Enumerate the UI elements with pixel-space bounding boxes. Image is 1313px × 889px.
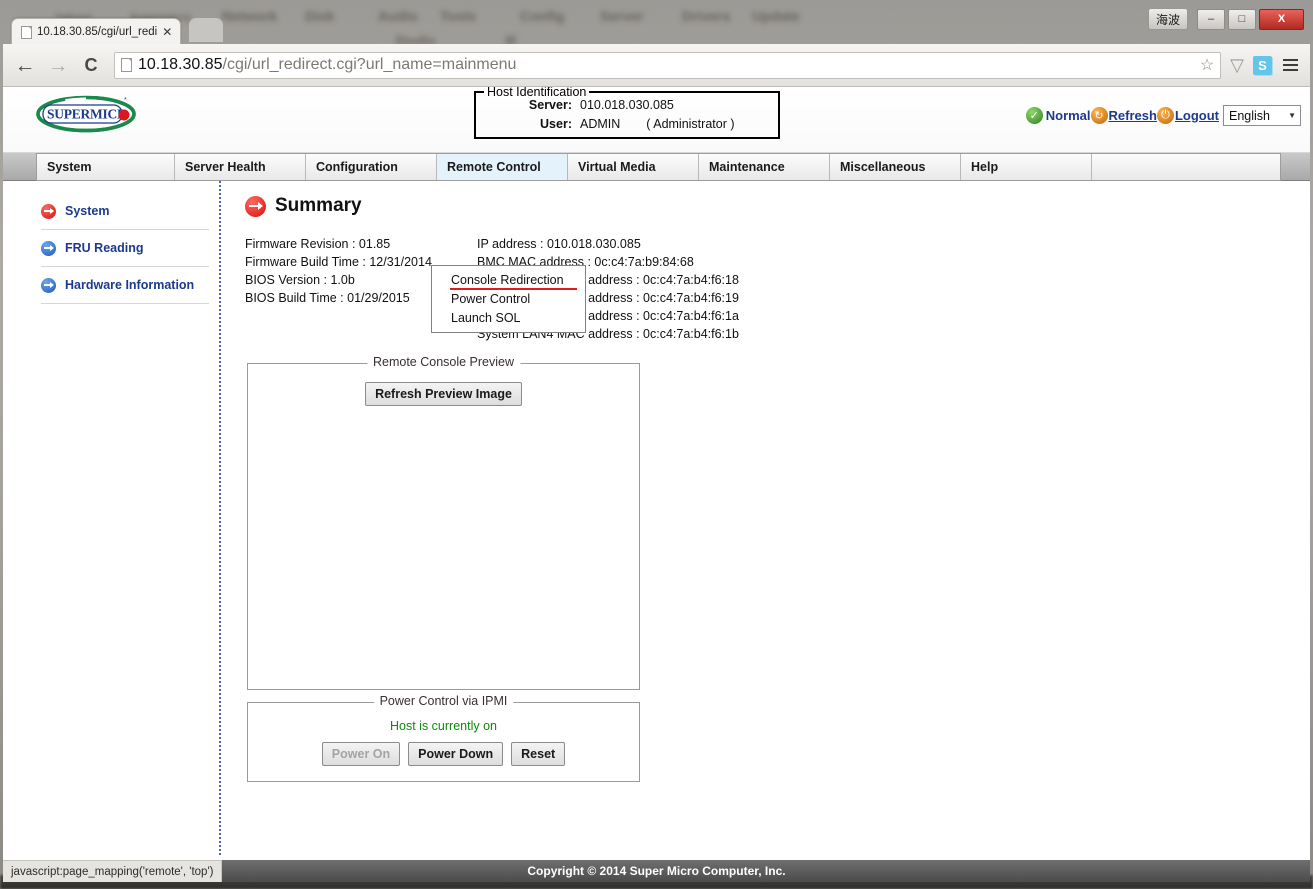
browser-window: 10.18.30.85/cgi/url_redi ✕ 海波 – □ X ← → … (3, 6, 1310, 882)
ime-indicator-button[interactable]: 海波 (1148, 8, 1188, 30)
reload-button[interactable]: C (79, 56, 103, 74)
sidebar: System FRU Reading Hardware Information (3, 181, 221, 855)
language-select[interactable]: English ▼ (1223, 105, 1301, 126)
sidebar-item-label: Hardware Information (65, 278, 195, 292)
summary-info-grid: Firmware Revision : 01.85 Firmware Build… (245, 235, 1310, 343)
chevron-down-icon: ▼ (1288, 111, 1296, 120)
browser-menu-icon[interactable] (1281, 57, 1300, 74)
tab-strip: 10.18.30.85/cgi/url_redi ✕ (11, 18, 181, 45)
main-navigation-bar: System Server Health Configuration Remot… (3, 153, 1310, 181)
close-tab-icon[interactable]: ✕ (162, 26, 172, 38)
refresh-link[interactable]: Refresh (1109, 108, 1157, 123)
supermicro-logo: SUPERMICR * (36, 95, 136, 133)
arrow-right-icon (41, 277, 56, 293)
host-identification-box: Host Identification Server: 010.018.030.… (474, 87, 780, 139)
refresh-icon[interactable]: ↻ (1090, 107, 1108, 124)
host-user-value: ADMIN (580, 117, 621, 131)
address-bar[interactable]: 10.18.30.85/cgi/url_redirect.cgi?url_nam… (114, 51, 1222, 79)
host-server-value: 010.018.030.085 (580, 98, 674, 112)
content-area: System FRU Reading Hardware Information … (3, 181, 1310, 882)
logout-link[interactable]: Logout (1175, 108, 1219, 123)
ipmi-header: SUPERMICR * Host Identification Server: … (3, 87, 1310, 153)
tab-server-health[interactable]: Server Health (175, 154, 306, 180)
back-button[interactable]: ← (13, 55, 37, 76)
power-buttons-group: Power On Power Down Reset (248, 742, 639, 766)
sidebar-item-label: FRU Reading (65, 241, 144, 255)
svg-text:*: * (124, 97, 127, 104)
header-status-area: ✓ Normal ↻ Refresh ⏻ Logout English ▼ (1025, 105, 1301, 126)
url-path: /cgi/url_redirect.cgi?url_name=mainmenu (222, 56, 517, 73)
logout-icon[interactable]: ⏻ (1156, 107, 1174, 124)
browser-tab-title: 10.18.30.85/cgi/url_redi (37, 26, 158, 38)
info-ip-address: IP address : 010.018.030.085 (477, 237, 641, 251)
sidebar-item-fru-reading[interactable]: FRU Reading (41, 230, 209, 267)
copyright-text: Copyright © 2014 Super Micro Computer, I… (527, 864, 786, 878)
main-panel: Summary Firmware Revision : 01.85 Firmwa… (223, 181, 1310, 782)
extension-s-icon[interactable]: S (1253, 55, 1272, 75)
power-down-button[interactable]: Power Down (408, 742, 504, 766)
forward-button[interactable]: → (46, 55, 70, 76)
language-select-value: English (1229, 108, 1270, 123)
browser-status-bar: javascript:page_mapping('remote', 'top') (3, 860, 223, 882)
nav-tabs: System Server Health Configuration Remot… (36, 153, 1281, 181)
tab-configuration[interactable]: Configuration (306, 154, 437, 180)
tab-system[interactable]: System (37, 154, 175, 180)
status-ok-icon: ✓ (1025, 107, 1043, 124)
page-title: Summary (275, 195, 362, 216)
browser-title-bar: 10.18.30.85/cgi/url_redi ✕ 海波 – □ X (3, 6, 1310, 45)
window-controls: 海波 – □ X (1148, 8, 1304, 30)
host-user-row: User: ADMIN ( Administrator ) (476, 115, 778, 134)
shield-icon[interactable]: ▽ (1230, 55, 1244, 76)
tab-maintenance[interactable]: Maintenance (699, 154, 830, 180)
close-window-button[interactable]: X (1259, 8, 1304, 30)
page-viewport: SUPERMICR * Host Identification Server: … (3, 87, 1310, 882)
sidebar-item-label: System (65, 204, 110, 218)
power-control-legend: Power Control via IPMI (373, 694, 514, 708)
bookmark-star-icon[interactable]: ☆ (1200, 55, 1214, 75)
tab-virtual-media[interactable]: Virtual Media (568, 154, 699, 180)
sidebar-item-system[interactable]: System (41, 193, 209, 230)
arrow-right-icon (41, 203, 56, 219)
arrow-right-icon (41, 240, 56, 256)
refresh-preview-image-button[interactable]: Refresh Preview Image (365, 382, 522, 406)
sidebar-item-hardware-information[interactable]: Hardware Information (41, 267, 209, 304)
svg-text:SUPERMICR: SUPERMICR (47, 107, 127, 122)
status-bar-text: javascript:page_mapping('remote', 'top') (11, 865, 214, 878)
new-tab-button[interactable] (189, 18, 223, 42)
url-text: 10.18.30.85/cgi/url_redirect.cgi?url_nam… (138, 56, 516, 74)
reset-button[interactable]: Reset (511, 742, 566, 766)
power-control-panel: Power Control via IPMI Host is currently… (247, 694, 640, 782)
browser-tab[interactable]: 10.18.30.85/cgi/url_redi ✕ (11, 18, 181, 45)
nav-tab-filler (1092, 154, 1280, 180)
tab-remote-control[interactable]: Remote Control (437, 154, 568, 180)
page-info-icon (121, 58, 132, 72)
power-status-text: Host is currently on (390, 719, 497, 733)
power-on-button[interactable]: Power On (321, 742, 401, 766)
host-identification-legend: Host Identification (484, 87, 590, 99)
minimize-button[interactable]: – (1197, 8, 1225, 30)
remote-console-preview-legend: Remote Console Preview (366, 355, 521, 369)
info-firmware-revision: Firmware Revision : 01.85 (245, 237, 391, 251)
menu-item-power-control[interactable]: Power Control (432, 290, 585, 309)
menu-item-launch-sol[interactable]: Launch SOL (432, 309, 585, 328)
remote-console-preview-panel: Remote Console Preview Refresh Preview I… (247, 355, 640, 690)
host-user-label: User: (540, 117, 572, 131)
browser-nav-toolbar: ← → C 10.18.30.85/cgi/url_redirect.cgi?u… (3, 44, 1310, 87)
page-favicon-icon (21, 25, 32, 39)
maximize-button[interactable]: □ (1228, 8, 1256, 30)
status-badge: Normal (1045, 108, 1091, 123)
arrow-right-icon (245, 195, 266, 217)
tab-miscellaneous[interactable]: Miscellaneous (830, 154, 961, 180)
summary-heading: Summary (245, 195, 1310, 217)
url-host: 10.18.30.85 (138, 56, 223, 73)
menu-item-console-redirection[interactable]: Console Redirection (432, 271, 585, 290)
tab-help[interactable]: Help (961, 154, 1092, 180)
host-user-role: ( Administrator ) (646, 117, 735, 131)
remote-control-dropdown-menu: Console Redirection Power Control Launch… (431, 265, 586, 333)
